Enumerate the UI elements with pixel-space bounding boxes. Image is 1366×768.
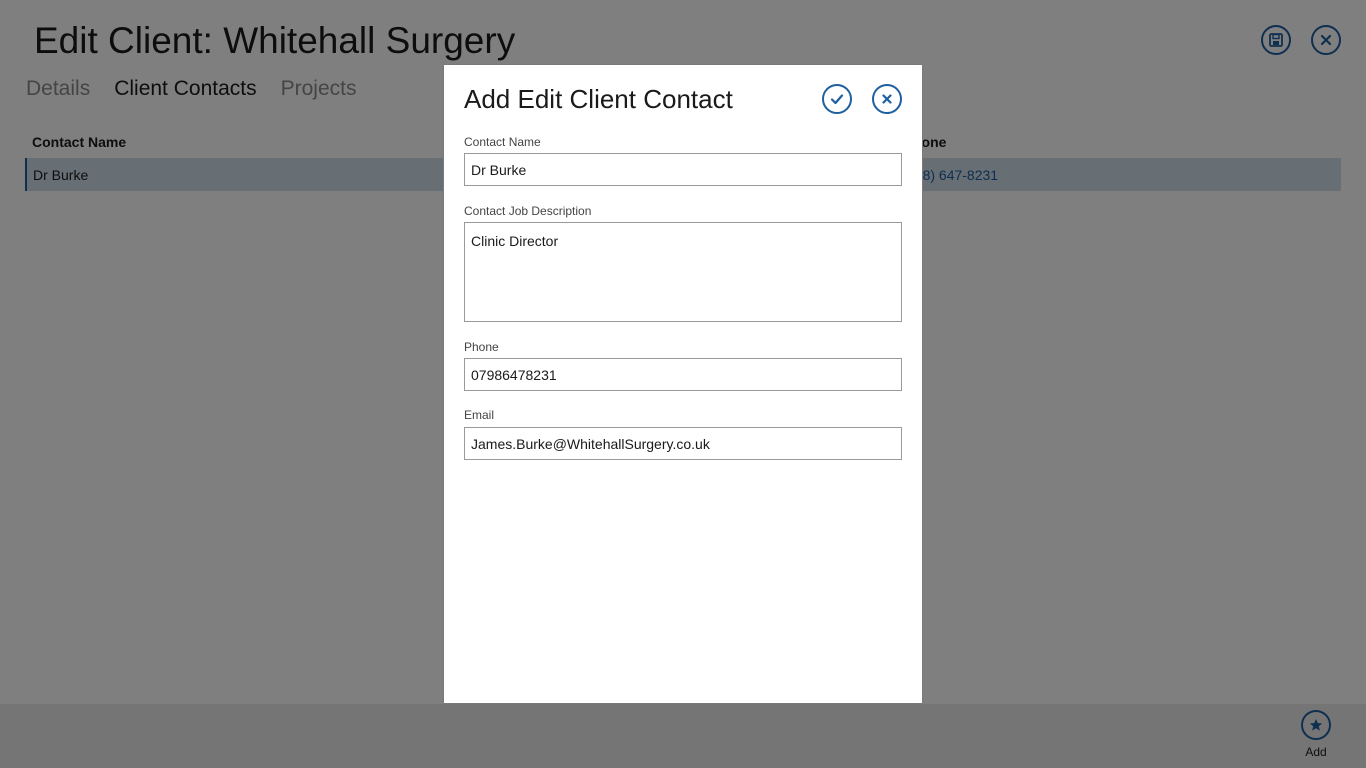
confirm-button[interactable] xyxy=(822,84,852,114)
email-field[interactable] xyxy=(464,427,902,460)
job-description-field[interactable]: Clinic Director xyxy=(464,222,902,322)
phone-field[interactable] xyxy=(464,358,902,391)
add-edit-contact-dialog: Add Edit Client Contact Contact Name Con… xyxy=(443,64,923,704)
contact-name-label: Contact Name xyxy=(464,135,541,149)
checkmark-icon xyxy=(829,91,845,107)
contact-name-field[interactable] xyxy=(464,153,902,186)
close-icon xyxy=(880,92,894,106)
job-description-label: Contact Job Description xyxy=(464,204,592,218)
cancel-button[interactable] xyxy=(872,84,902,114)
app-window: Edit Client: Whitehall Surgery Details C… xyxy=(0,0,1366,768)
phone-label: Phone xyxy=(464,340,499,354)
email-label: Email xyxy=(464,408,495,422)
dialog-title: Add Edit Client Contact xyxy=(464,84,733,114)
